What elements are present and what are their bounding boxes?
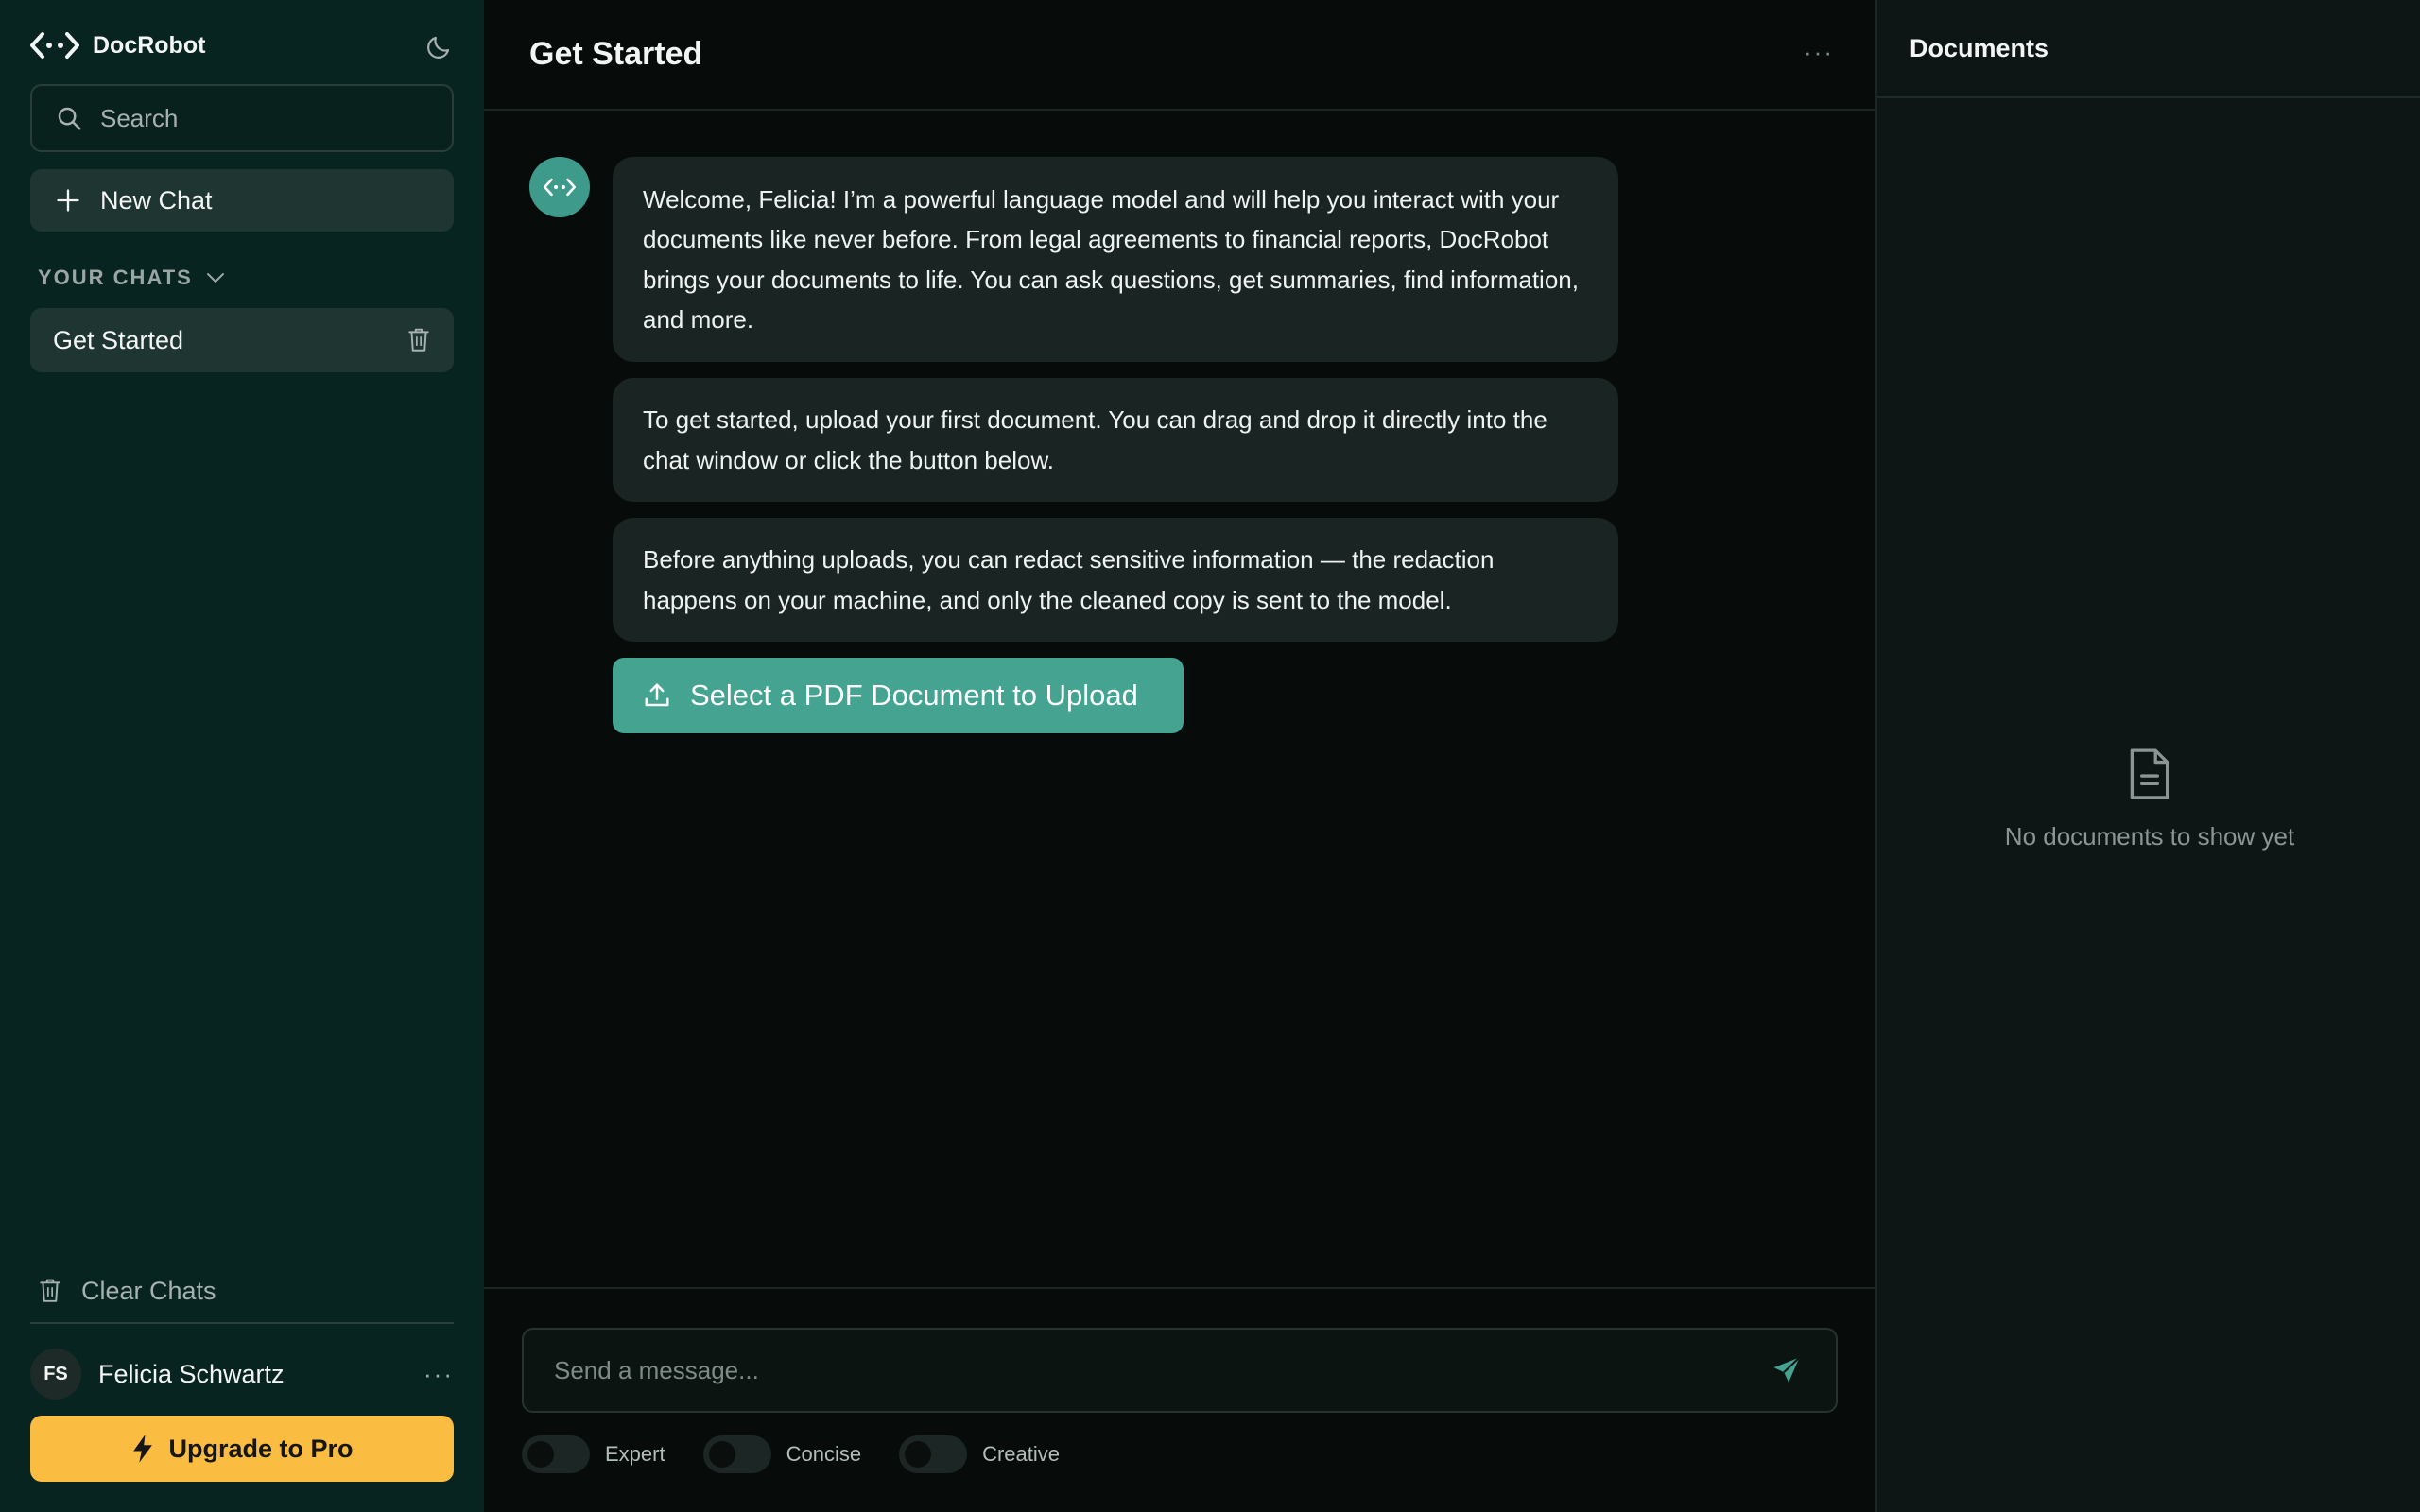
clear-chats-button[interactable]: Clear Chats	[38, 1272, 216, 1310]
message-composer[interactable]	[522, 1328, 1838, 1413]
lightning-icon	[130, 1434, 155, 1464]
avatar: FS	[30, 1349, 81, 1400]
user-name: Felicia Schwartz	[98, 1359, 285, 1388]
your-chats-toggle[interactable]: YOUR CHATS	[38, 263, 227, 293]
sidebar-divider	[30, 1322, 454, 1324]
new-chat-button[interactable]: New Chat	[30, 169, 454, 232]
toggle-concise[interactable]: Concise	[702, 1435, 862, 1473]
toggle-expert[interactable]: Expert	[522, 1435, 666, 1473]
search-input[interactable]	[100, 103, 441, 133]
toggle-label: Concise	[786, 1442, 862, 1466]
sidebar: DocRobot New Chat YOUR CHATS	[0, 0, 484, 1512]
documents-panel: Documents No documents to show yet	[1876, 0, 2420, 1512]
chat-header: Get Started ···	[484, 0, 1876, 111]
user-profile[interactable]: FS Felicia Schwartz ···	[30, 1348, 454, 1400]
chat-message: To get started, upload your first docume…	[613, 378, 1618, 502]
more-options-icon[interactable]: ···	[1804, 38, 1834, 67]
message-input[interactable]	[554, 1355, 1768, 1385]
brand[interactable]: DocRobot	[30, 26, 205, 64]
message-text: Before anything uploads, you can redact …	[643, 545, 1495, 614]
document-icon	[2126, 747, 2173, 801]
upload-pdf-button[interactable]: Select a PDF Document to Upload	[613, 658, 1184, 733]
creative-switch[interactable]	[899, 1435, 968, 1473]
bot-avatar	[529, 157, 590, 217]
documents-empty-state: No documents to show yet	[1877, 747, 2420, 851]
search-icon	[55, 104, 83, 132]
moon-icon	[424, 33, 453, 61]
documents-header: Documents	[1877, 0, 2420, 98]
page-title: Get Started	[529, 36, 703, 72]
search-box[interactable]	[30, 84, 454, 152]
toggle-label: Creative	[982, 1442, 1060, 1466]
upload-label: Select a PDF Document to Upload	[690, 679, 1138, 712]
upload-icon	[643, 681, 671, 710]
clear-chats-label: Clear Chats	[81, 1276, 216, 1305]
trash-icon[interactable]	[406, 327, 431, 353]
more-options-icon[interactable]: ···	[424, 1360, 454, 1389]
send-button[interactable]	[1768, 1351, 1806, 1389]
send-icon	[1771, 1354, 1803, 1386]
chat-message: Before anything uploads, you can redact …	[613, 518, 1618, 642]
message-text: Welcome, Felicia! I’m a powerful languag…	[643, 184, 1579, 335]
toggle-label: Expert	[605, 1442, 666, 1466]
documents-title: Documents	[1910, 34, 2049, 62]
new-chat-label: New Chat	[100, 185, 213, 215]
chat-message: Welcome, Felicia! I’m a powerful languag…	[613, 157, 1618, 362]
expert-switch[interactable]	[522, 1435, 590, 1473]
chat-item-get-started[interactable]: Get Started	[30, 308, 454, 372]
empty-state-text: No documents to show yet	[2004, 822, 2295, 850]
concise-switch[interactable]	[702, 1435, 771, 1473]
chat-main: Get Started ··· Welcome, Felicia! I’m a …	[484, 0, 1876, 1512]
plus-icon	[55, 187, 81, 214]
message-text: To get started, upload your first docume…	[643, 405, 1547, 474]
upgrade-label: Upgrade to Pro	[168, 1434, 354, 1463]
composer-divider	[484, 1287, 1876, 1289]
response-mode-toggles: Expert Concise Creative	[522, 1435, 1098, 1473]
your-chats-label: YOUR CHATS	[38, 266, 193, 289]
toggle-creative[interactable]: Creative	[899, 1435, 1060, 1473]
trash-icon	[38, 1277, 62, 1305]
chat-item-label: Get Started	[53, 325, 184, 354]
brand-name: DocRobot	[93, 31, 206, 59]
dark-mode-toggle[interactable]	[420, 28, 458, 66]
docrobot-logo-icon	[544, 178, 576, 197]
upgrade-to-pro-button[interactable]: Upgrade to Pro	[30, 1416, 454, 1482]
chevron-down-icon	[204, 266, 227, 289]
docrobot-logo-icon	[30, 31, 79, 60]
